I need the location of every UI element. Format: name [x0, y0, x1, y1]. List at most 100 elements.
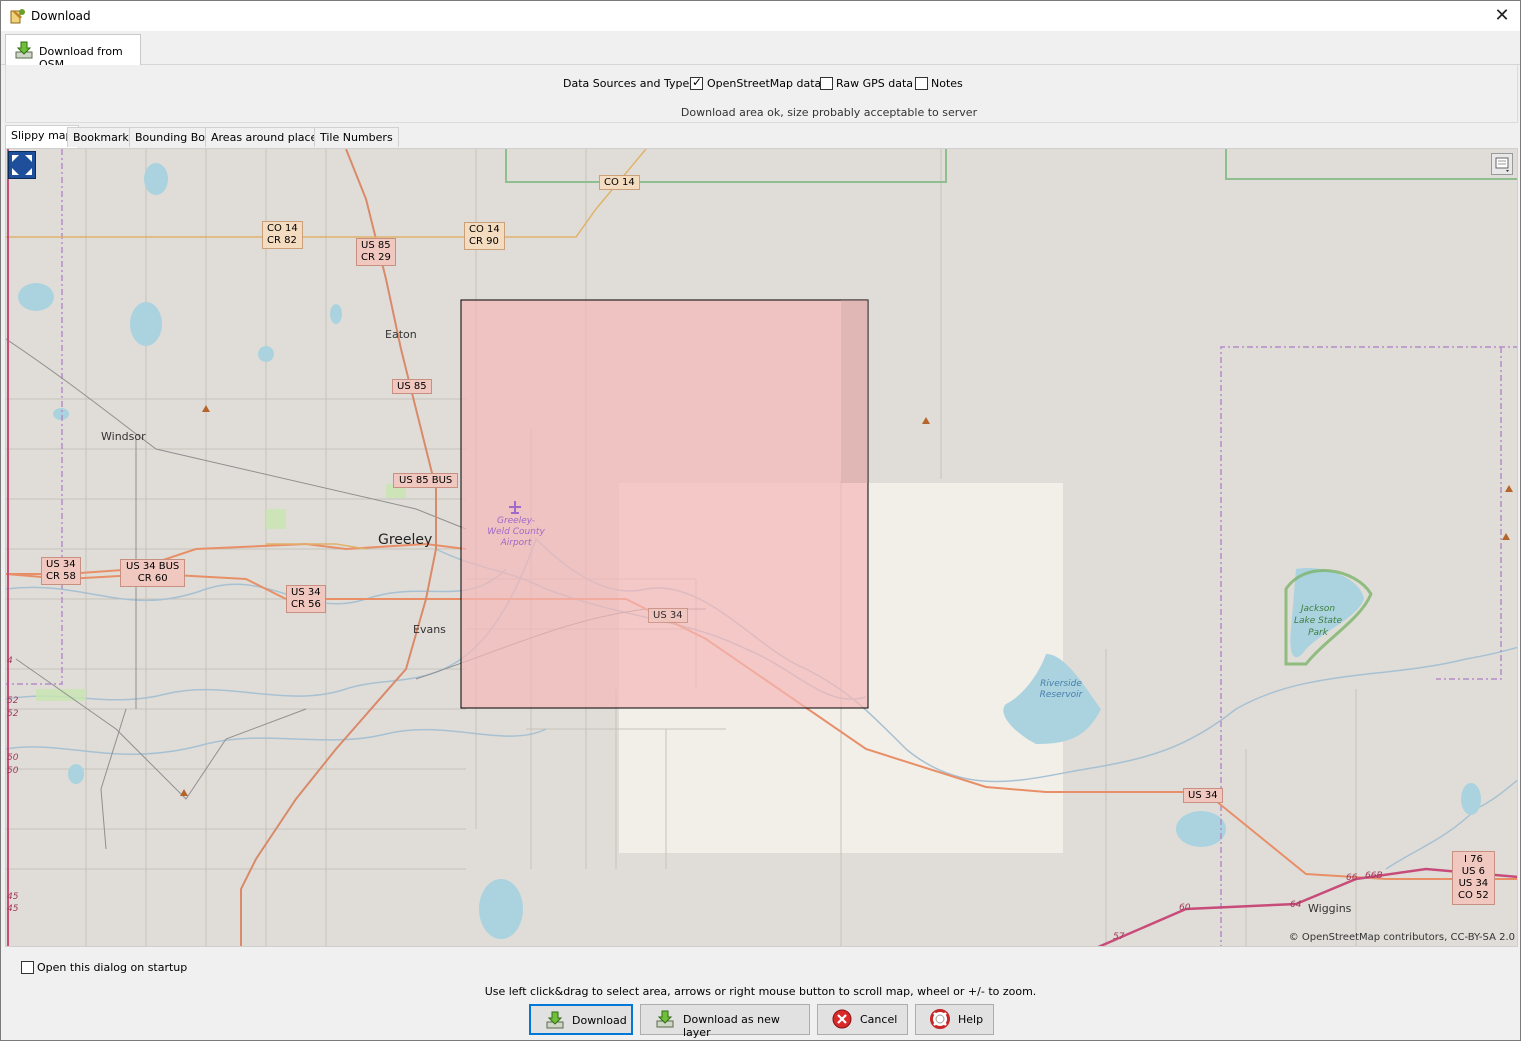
download-as-new-layer-label: Download as new layer: [683, 1013, 780, 1039]
shield-line: CR 82: [267, 235, 297, 246]
shield-line: CR 29: [361, 252, 391, 263]
edge-number: 45: [7, 904, 19, 914]
map-attribution[interactable]: © OpenStreetMap contributors, CC-BY-SA 2…: [1289, 932, 1515, 943]
shield-line: US 6: [1461, 866, 1485, 877]
shield-line: CO 14: [469, 224, 500, 235]
tab-download-from-osm[interactable]: Download from OSM: [5, 34, 141, 71]
slippy-map[interactable]: Eaton Windsor Greeley Evans Wiggins Gree…: [5, 148, 1518, 947]
window-title: Download: [31, 9, 91, 23]
josm-app-icon: [10, 9, 25, 24]
tab-bounding-box[interactable]: Bounding Box: [129, 127, 218, 147]
selected-download-area[interactable]: [460, 299, 869, 709]
park-label-line: Park: [1308, 628, 1328, 638]
lifebuoy-help-icon: [930, 1009, 950, 1029]
place-wiggins: Wiggins: [1308, 902, 1352, 915]
shield-us34-cr56: US 34 CR 56: [286, 585, 326, 613]
shield-line: US 85: [361, 240, 391, 251]
osm-data-label: OpenStreetMap data: [707, 77, 822, 90]
edge-number: 4: [7, 656, 13, 666]
close-icon[interactable]: ✕: [1490, 4, 1514, 28]
raw-gps-checkbox[interactable]: [820, 77, 833, 90]
shield-us34bus-cr60: US 34 BUS CR 60: [120, 559, 186, 587]
edge-number: 45: [7, 892, 19, 902]
tab-tile-numbers[interactable]: Tile Numbers: [314, 127, 399, 147]
download-button[interactable]: Download: [529, 1004, 633, 1035]
shield-line: I 76: [1463, 854, 1483, 865]
airport-label-line: Weld County: [487, 527, 545, 537]
notes-checkbox[interactable]: [915, 77, 928, 90]
place-windsor: Windsor: [101, 430, 146, 443]
dialog-footer: Open this dialog on startup Use left cli…: [1, 948, 1520, 1040]
shield-line: CO 14: [267, 223, 298, 234]
road-number: 60: [1179, 903, 1191, 913]
layer-switcher-icon[interactable]: [1491, 153, 1513, 175]
selection-overlap-shade: [841, 300, 868, 483]
shield-us85: US 85: [392, 379, 432, 394]
shield-us34-east: US 34: [1183, 788, 1223, 803]
data-sources-label: Data Sources and Types:: [563, 77, 699, 90]
shield-line: US 34: [46, 559, 76, 570]
shield-co14-cr90: CO 14 CR 90: [464, 222, 505, 250]
reservoir-label-line: Reservoir: [1039, 690, 1083, 700]
download-as-new-layer-button[interactable]: Download as new layer: [640, 1004, 810, 1039]
shield-line: US 34 BUS: [126, 561, 180, 572]
place-eaton: Eaton: [385, 328, 417, 341]
download-button-label: Download: [572, 1014, 627, 1027]
shield-us34-mid: US 34: [648, 608, 688, 623]
tab-areas-around-places[interactable]: Areas around places: [205, 127, 330, 147]
place-greeley: Greeley: [378, 532, 433, 548]
shield-line: CO 52: [1458, 890, 1489, 901]
cancel-icon: [832, 1009, 852, 1029]
edge-number: 52: [7, 696, 19, 706]
shield-us85-bus: US 85 BUS: [393, 473, 459, 488]
help-button[interactable]: Help: [915, 1004, 994, 1035]
expand-arrows-icon: [12, 155, 32, 175]
road-number: 64: [1290, 900, 1302, 910]
road-number: 57: [1113, 932, 1125, 942]
airport-label: Greeley- Weld County Airport: [484, 516, 548, 549]
shield-line: US 34: [1458, 878, 1489, 889]
main-tabstrip: Download from OSM: [1, 31, 1520, 71]
shield-i76-us6-us34-co52: I 76 US 6 US 34 CO 52: [1452, 851, 1495, 905]
park-label: Jackson Lake State Park: [1290, 603, 1346, 639]
shield-co14-top: CO 14: [599, 175, 640, 190]
raw-gps-label: Raw GPS data: [836, 77, 914, 90]
shield-us85-cr29: US 85 CR 29: [356, 238, 396, 266]
edge-number: 50: [7, 753, 19, 763]
data-sources-panel: Data Sources and Types: OpenStreetMap da…: [5, 65, 1518, 123]
fullscreen-expand-icon[interactable]: [8, 151, 36, 179]
shield-co14-cr82: CO 14 CR 82: [262, 221, 303, 249]
road-number: 66B: [1365, 871, 1383, 881]
title-bar: Download ✕: [1, 1, 1520, 31]
shield-line: CR 60: [137, 573, 168, 584]
download-arrow-icon: [656, 1010, 674, 1028]
edge-number: 52: [7, 709, 19, 719]
cancel-button[interactable]: Cancel: [817, 1004, 908, 1035]
edge-number: 50: [7, 766, 19, 776]
cancel-button-label: Cancel: [860, 1013, 898, 1026]
shield-line: CR 56: [291, 599, 321, 610]
notes-label: Notes: [931, 77, 963, 90]
reservoir-label: Riverside Reservoir: [1036, 679, 1086, 701]
shield-us34-cr58: US 34 CR 58: [41, 557, 81, 585]
download-arrow-icon: [546, 1011, 564, 1029]
usage-hint: Use left click&drag to select area, arro…: [484, 985, 1037, 998]
shield-line: CR 58: [46, 571, 76, 582]
download-arrow-icon: [15, 41, 33, 59]
area-selector-tabs: Slippy map Bookmarks Bounding Box Areas …: [5, 125, 1518, 148]
open-on-startup-checkbox[interactable]: [21, 961, 34, 974]
park-label-line: Jackson: [1300, 604, 1336, 614]
open-on-startup-label: Open this dialog on startup: [37, 961, 188, 974]
download-dialog: Download ✕ Download from OSM Data Source…: [0, 0, 1521, 1041]
reservoir-label-line: Riverside: [1040, 679, 1082, 689]
shield-line: US 34: [291, 587, 321, 598]
download-area-status: Download area ok, size probably acceptab…: [680, 106, 978, 119]
osm-data-checkbox[interactable]: [690, 75, 703, 90]
road-number: 66: [1346, 873, 1358, 883]
layers-icon: [1495, 157, 1509, 172]
shield-line: CR 90: [469, 236, 499, 247]
park-label-line: Lake State: [1294, 616, 1342, 626]
airport-label-line: Greeley-: [496, 516, 536, 526]
airport-label-line: Airport: [500, 538, 532, 548]
place-evans: Evans: [413, 623, 446, 636]
